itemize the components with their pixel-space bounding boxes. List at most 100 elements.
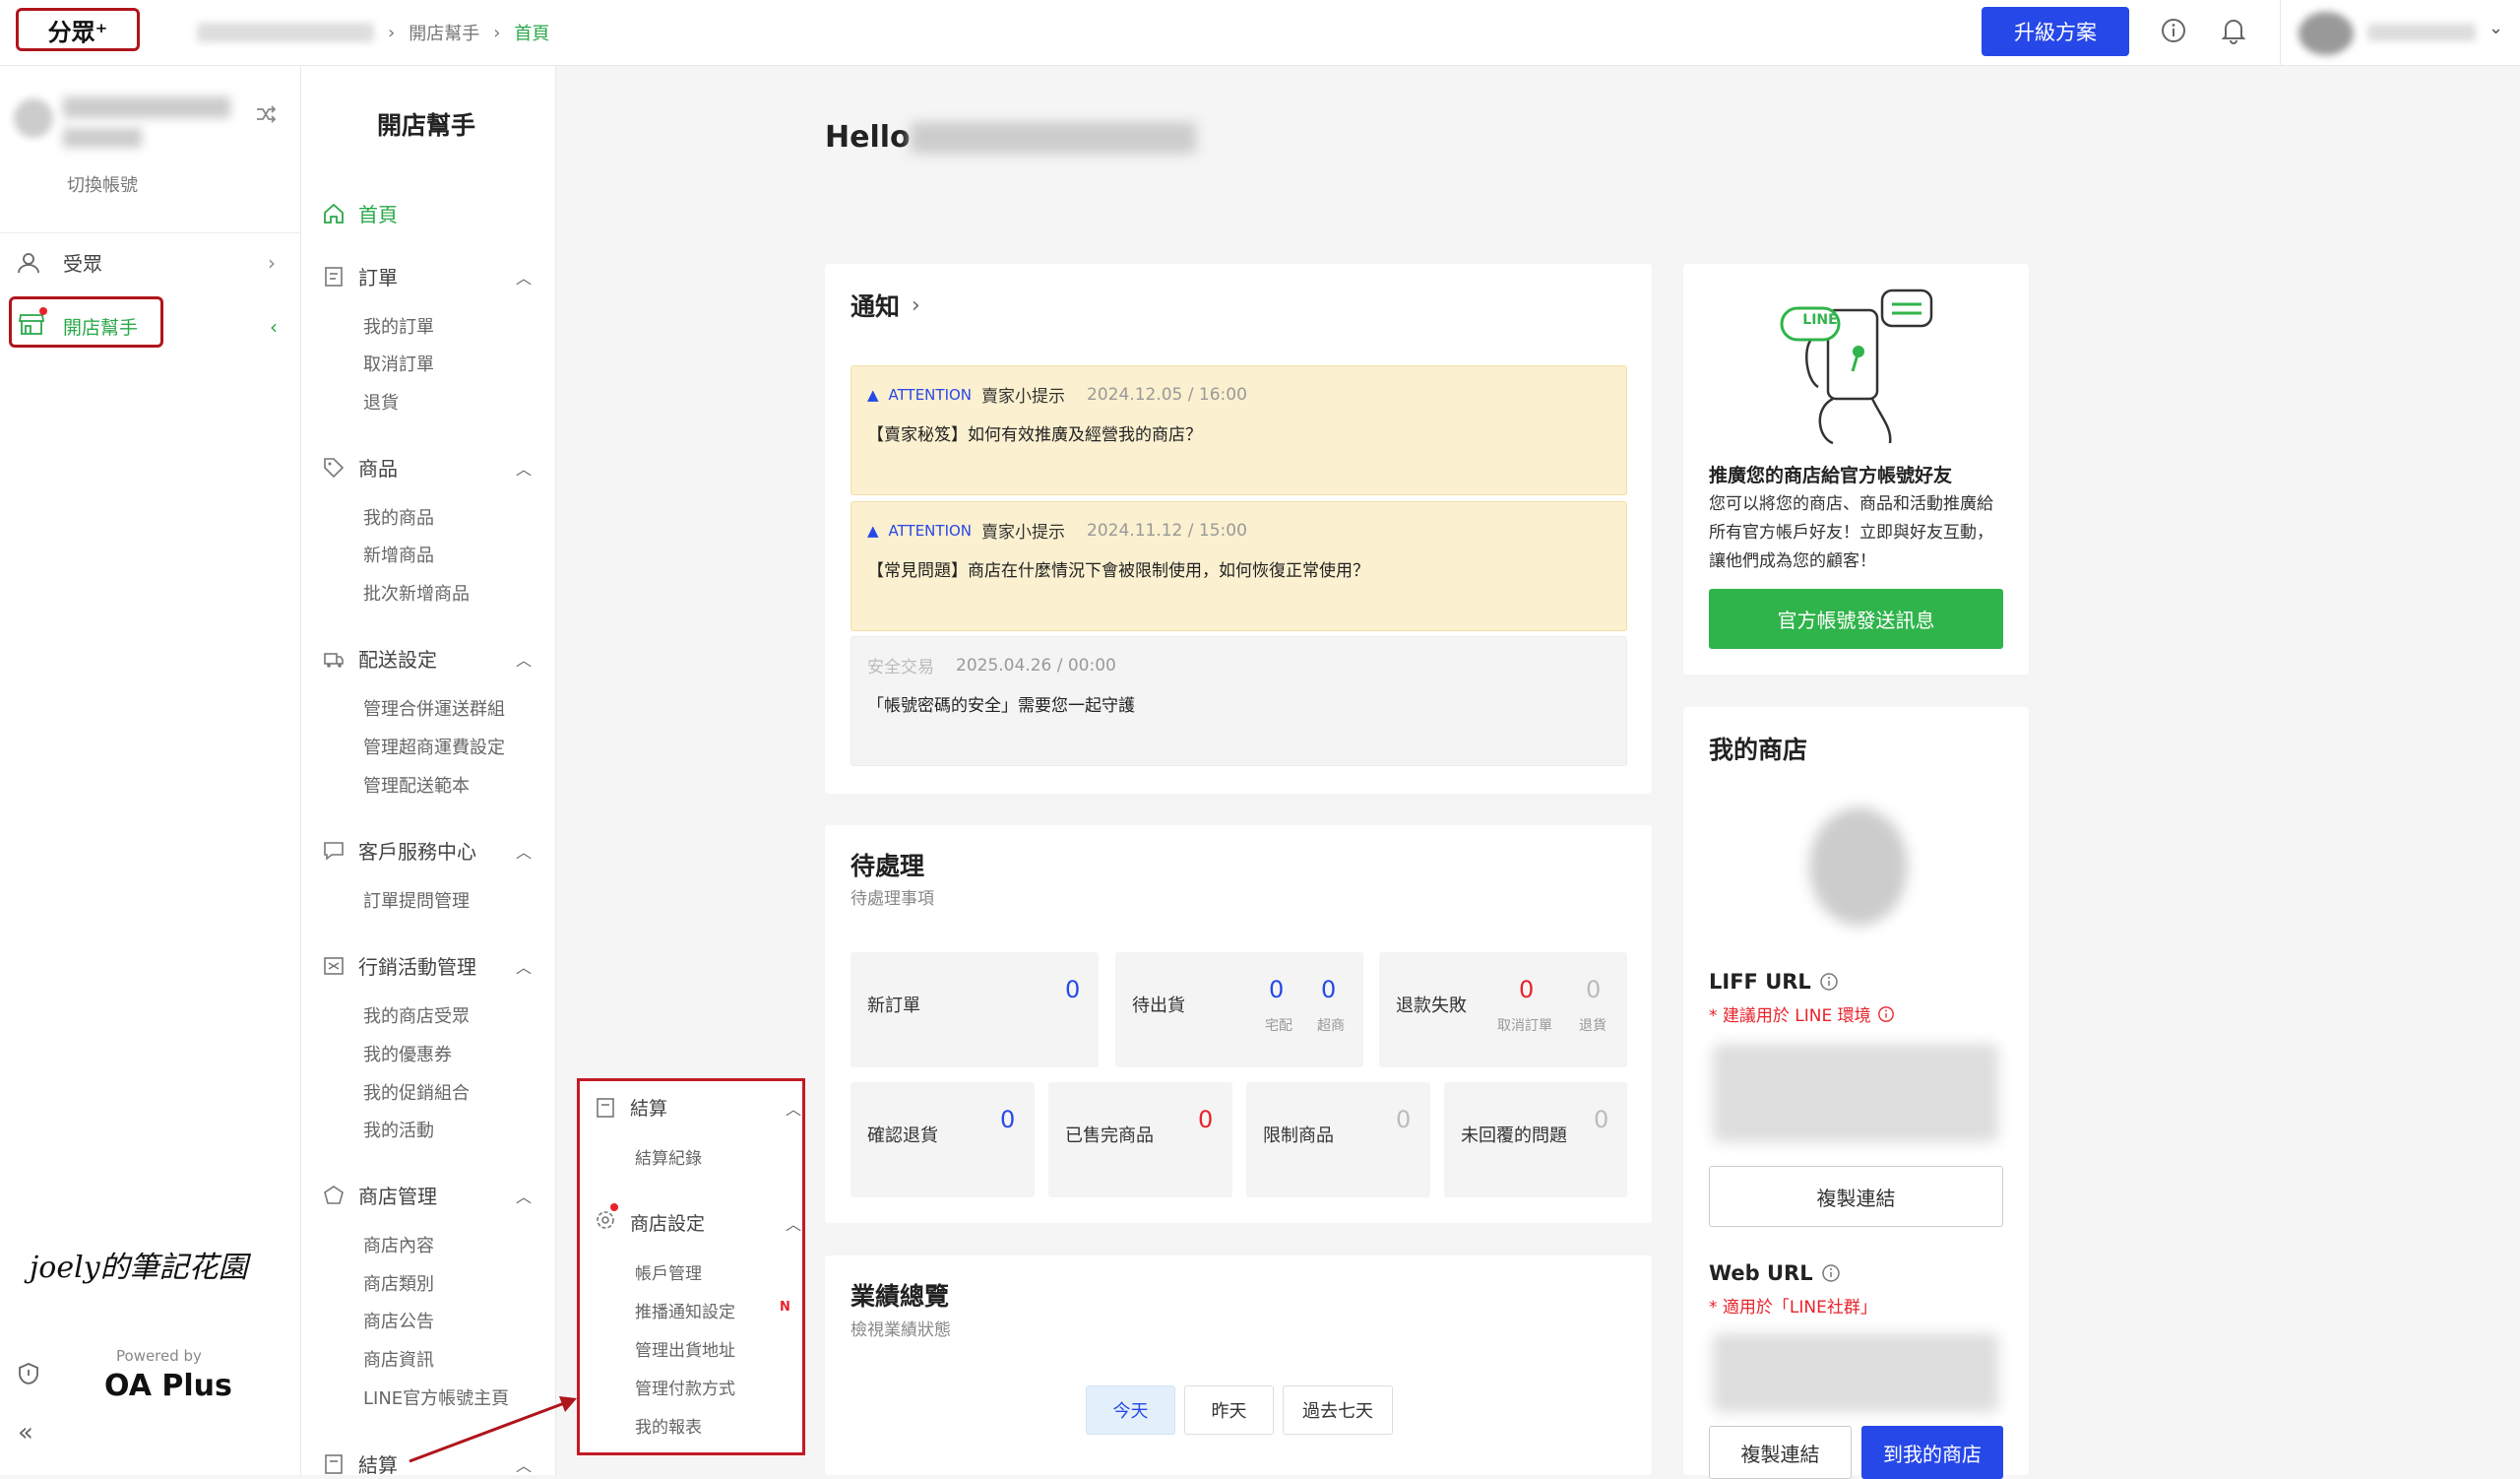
notification-item[interactable]: 安全交易 2025.04.26 / 00:00 「帳號密碼的安全」需要您一起守護 (850, 636, 1627, 766)
rail-item-label: 受眾 (63, 252, 102, 276)
stat-label: 新訂單 (867, 996, 920, 1016)
go-to-store-button[interactable]: 到我的商店 (1861, 1426, 2003, 1479)
avatar[interactable] (2299, 12, 2354, 55)
menu-item-store-category[interactable]: 商店類別 (363, 1270, 434, 1296)
send-oa-message-button[interactable]: 官方帳號發送訊息 (1709, 589, 2003, 649)
menu-item-store-audience[interactable]: 我的商店受眾 (363, 1002, 470, 1028)
bell-icon: ▲ (867, 385, 879, 404)
greeting: Hello (825, 120, 911, 155)
menu-section-marketing[interactable]: 行銷活動管理 ︿ (323, 951, 532, 980)
rail-item-shop-helper[interactable]: 開店幫手 ‹ (18, 307, 278, 342)
stat-label: 確認退貨 (867, 1125, 938, 1146)
orders-icon (325, 266, 343, 287)
menu-item-store-notice[interactable]: 商店公告 (363, 1308, 434, 1333)
attention-tag: ATTENTION (888, 385, 973, 404)
notification-text: 【賣家秘笈】如何有效推廣及經營我的商店？ (867, 425, 1202, 445)
menu-item-add-product[interactable]: 新增商品 (363, 542, 434, 567)
menu-item-returns[interactable]: 退貨 (363, 389, 399, 415)
menu-section-customer-service[interactable]: 客戶服務中心 ︿ (323, 836, 532, 865)
chevron-up-icon: ︿ (785, 1214, 801, 1234)
menu-section-label: 配送設定 (358, 648, 437, 672)
info-icon[interactable] (1821, 1263, 1841, 1283)
chevron-up-icon: ︿ (515, 650, 532, 670)
info-icon[interactable] (2157, 14, 2190, 47)
panel-item-settlement-records[interactable]: 結算紀錄 (635, 1144, 702, 1169)
account-id-blur (63, 128, 142, 148)
stat-to-ship[interactable]: 待出貨 0 宅配 0 超商 (1115, 952, 1363, 1067)
menu-item-coupons[interactable]: 我的優惠券 (363, 1041, 452, 1066)
menu-title: 開店幫手 (377, 111, 476, 140)
stat-new-order[interactable]: 新訂單 0 (850, 952, 1099, 1067)
stat-value-home: 0 (1269, 976, 1285, 1003)
shield-icon[interactable] (18, 1362, 39, 1389)
menu-item-batch-add[interactable]: 批次新增商品 (363, 580, 470, 606)
panel-item-reports[interactable]: 我的報表 (635, 1413, 702, 1438)
line-badge: LINE (1802, 312, 1838, 328)
menu-item-home[interactable]: 首頁 (323, 199, 398, 227)
bell-icon: ▲ (867, 521, 879, 540)
performance-subtitle: 檢視業績狀態 (850, 1320, 951, 1340)
copy-liff-link-button[interactable]: 複製連結 (1709, 1166, 2003, 1227)
notifications-title[interactable]: 通知 › (850, 288, 920, 323)
menu-item-my-orders[interactable]: 我的訂單 (363, 313, 434, 339)
menu-item-cancel-orders[interactable]: 取消訂單 (363, 351, 434, 376)
menu-item-store-content[interactable]: 商店內容 (363, 1232, 434, 1257)
upgrade-button[interactable]: 升級方案 (1982, 7, 2129, 56)
collapse-icon[interactable]: « (18, 1418, 33, 1447)
panel-item-payment[interactable]: 管理付款方式 (635, 1375, 735, 1399)
notification-item[interactable]: ▲ ATTENTION 賣家小提示 2024.12.05 / 16:00 【賣家… (850, 365, 1627, 495)
menu-item-merge-groups[interactable]: 管理合併運送群組 (363, 695, 505, 721)
menu-section-store-management[interactable]: 商店管理 ︿ (323, 1181, 532, 1209)
web-note: * 適用於「LINE社群」 (1709, 1298, 1877, 1318)
chevron-down-icon[interactable]: ⌄ (2488, 18, 2503, 38)
menu-item-my-campaigns[interactable]: 我的活動 (363, 1117, 434, 1142)
menu-section-label: 商品 (358, 457, 398, 481)
menu-item-store-fee[interactable]: 管理超商運費設定 (363, 734, 505, 759)
menu-section-label: 商店管理 (358, 1185, 437, 1208)
switch-icon[interactable] (254, 102, 278, 130)
panel-item-account[interactable]: 帳戶管理 (635, 1259, 702, 1284)
stat-value-cancel: 0 (1519, 976, 1535, 1003)
line-phone-illustration (1780, 289, 1933, 445)
switch-account-link[interactable]: 切換帳號 (67, 171, 138, 197)
chevron-right-icon: › (268, 250, 276, 275)
menu-item-shipping-template[interactable]: 管理配送範本 (363, 772, 470, 798)
app-logo[interactable]: 分眾⁺ (16, 8, 140, 51)
info-icon[interactable] (1819, 972, 1839, 992)
stat-label: 已售完商品 (1065, 1125, 1154, 1146)
stat-unanswered[interactable]: 未回覆的問題 0 (1444, 1082, 1627, 1197)
panel-item-ship-address[interactable]: 管理出貨地址 (635, 1336, 735, 1361)
notification-date: 2024.12.05 / 16:00 (1087, 384, 1247, 405)
breadcrumb-item-shop-helper[interactable]: 開店幫手 (409, 20, 479, 45)
menu-item-my-products[interactable]: 我的商品 (363, 504, 434, 530)
info-icon[interactable] (1877, 1005, 1895, 1023)
store-settings-icon (324, 1185, 344, 1204)
panel-section-settlement[interactable]: 結算 ︿ (595, 1094, 801, 1121)
copy-web-link-button[interactable]: 複製連結 (1709, 1426, 1852, 1479)
tab-yesterday[interactable]: 昨天 (1184, 1385, 1274, 1435)
panel-section-store-settings[interactable]: 商店設定 ︿ (595, 1203, 801, 1236)
liff-url-label: LIFF URL (1709, 970, 1839, 994)
account-avatar (14, 98, 53, 138)
tab-last-7-days[interactable]: 過去七天 (1283, 1385, 1393, 1435)
liff-note: * 建議用於 LINE 環境 (1709, 1001, 1895, 1026)
menu-item-promo-bundles[interactable]: 我的促銷組合 (363, 1079, 470, 1105)
store-icon (18, 307, 47, 342)
menu-section-orders[interactable]: 訂單 ︿ (323, 262, 532, 290)
panel-item-push-settings[interactable]: 推播通知設定 (635, 1298, 735, 1322)
shipping-icon (324, 652, 344, 668)
notification-item[interactable]: ▲ ATTENTION 賣家小提示 2024.11.12 / 15:00 【常見… (850, 501, 1627, 631)
stat-value: 0 (1065, 976, 1081, 1003)
stat-restricted[interactable]: 限制商品 0 (1246, 1082, 1430, 1197)
stat-sold-out[interactable]: 已售完商品 0 (1048, 1082, 1232, 1197)
menu-section-shipping[interactable]: 配送設定 ︿ (323, 644, 532, 673)
menu-item-order-questions[interactable]: 訂單提問管理 (363, 887, 470, 913)
menu-section-products[interactable]: 商品 ︿ (323, 453, 532, 482)
bell-icon[interactable] (2217, 14, 2250, 47)
menu-item-store-info[interactable]: 商店資訊 (363, 1346, 434, 1372)
stat-refund-failed[interactable]: 退款失敗 0 取消訂單 0 退貨 (1379, 952, 1627, 1067)
home-icon (324, 203, 344, 224)
tab-today[interactable]: 今天 (1086, 1385, 1175, 1435)
rail-item-audience[interactable]: 受眾 › (16, 248, 276, 277)
stat-confirm-return[interactable]: 確認退貨 0 (850, 1082, 1035, 1197)
